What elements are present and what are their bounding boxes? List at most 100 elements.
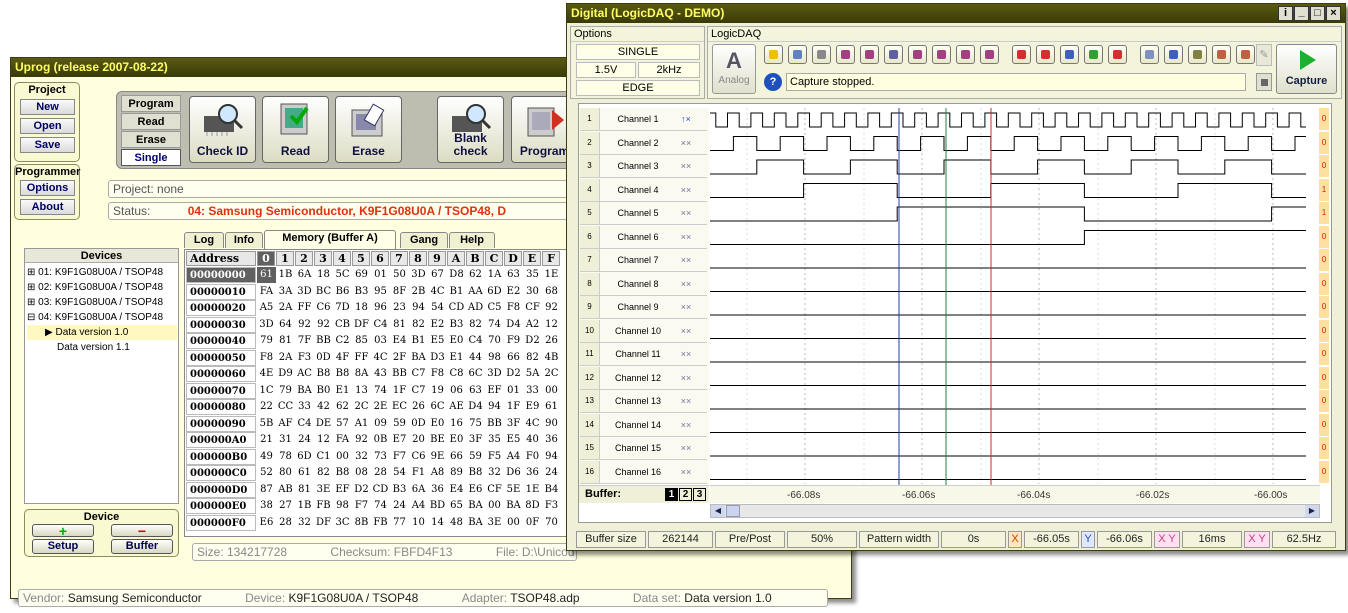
hex-byte[interactable]: FA bbox=[257, 284, 276, 300]
hex-byte[interactable]: 10 bbox=[409, 515, 428, 531]
options-button[interactable]: Options bbox=[20, 180, 75, 196]
hex-byte[interactable]: 2B bbox=[409, 284, 428, 300]
device-item-02[interactable]: ⊞ 02: K9F1G08U0A / TSOP48 bbox=[27, 280, 177, 295]
hex-byte[interactable]: 81 bbox=[276, 333, 295, 349]
grid-icon[interactable] bbox=[1140, 45, 1159, 64]
hex-byte[interactable]: 81 bbox=[295, 482, 314, 498]
hex-byte[interactable]: BA bbox=[295, 383, 314, 399]
open-button[interactable]: Open bbox=[20, 118, 75, 134]
hex-byte[interactable]: 24 bbox=[295, 432, 314, 448]
hex-byte[interactable]: 54 bbox=[428, 300, 447, 316]
hex-byte[interactable]: 62 bbox=[333, 399, 352, 415]
hex-byte[interactable]: 36 bbox=[428, 482, 447, 498]
channel-row[interactable]: 9 Channel 9 ×× bbox=[580, 296, 707, 319]
hex-byte[interactable]: 6C bbox=[428, 399, 447, 415]
mode-field[interactable]: SINGLE bbox=[576, 44, 700, 60]
save-button[interactable]: Save bbox=[20, 137, 75, 153]
hex-byte[interactable]: 24 bbox=[390, 498, 409, 514]
tool6-icon[interactable] bbox=[956, 45, 975, 64]
settings-icon[interactable] bbox=[764, 45, 783, 64]
buffer-button[interactable]: Buffer bbox=[111, 539, 173, 554]
hex-byte[interactable]: 82 bbox=[523, 350, 542, 366]
channel-row[interactable]: 7 Channel 7 ×× bbox=[580, 249, 707, 272]
tab-log[interactable]: Log bbox=[184, 232, 224, 248]
hex-byte[interactable]: FF bbox=[352, 350, 371, 366]
hex-byte[interactable]: 3D bbox=[257, 317, 276, 333]
hex-byte[interactable]: D2 bbox=[523, 333, 542, 349]
hex-byte[interactable]: CC bbox=[276, 399, 295, 415]
hex-byte[interactable]: E1 bbox=[333, 383, 352, 399]
hex-byte[interactable]: 32 bbox=[295, 515, 314, 531]
hex-byte[interactable]: 65 bbox=[447, 498, 466, 514]
save-icon[interactable] bbox=[788, 45, 807, 64]
buffer-1-button[interactable]: 1 bbox=[665, 488, 678, 501]
hex-byte[interactable]: 82 bbox=[466, 317, 485, 333]
hex-byte[interactable]: B3 bbox=[390, 482, 409, 498]
hex-byte[interactable]: 2C bbox=[352, 399, 371, 415]
hex-byte[interactable]: 50 bbox=[390, 267, 409, 283]
hex-byte[interactable]: E6 bbox=[257, 515, 276, 531]
mode-erase[interactable]: Erase bbox=[121, 131, 181, 148]
buffer-2-button[interactable]: 2 bbox=[679, 488, 692, 501]
channel-row[interactable]: 2 Channel 2 ×× bbox=[580, 131, 707, 155]
hex-byte[interactable]: BC bbox=[314, 284, 333, 300]
hex-byte[interactable]: C8 bbox=[447, 366, 466, 382]
hex-byte[interactable]: 74 bbox=[371, 383, 390, 399]
hex-byte[interactable]: 94 bbox=[542, 449, 561, 465]
read-button[interactable]: Read bbox=[262, 96, 329, 163]
tool5-icon[interactable] bbox=[932, 45, 951, 64]
tab-gang[interactable]: Gang bbox=[400, 232, 448, 248]
channel-row[interactable]: 4 Channel 4 ×× bbox=[580, 178, 707, 202]
hex-byte[interactable]: E4 bbox=[447, 482, 466, 498]
hex-byte[interactable]: 78 bbox=[276, 449, 295, 465]
channel-trigger[interactable]: ×× bbox=[676, 273, 696, 295]
hex-byte[interactable]: 57 bbox=[333, 416, 352, 432]
hex-byte[interactable]: 75 bbox=[466, 416, 485, 432]
channel-trigger[interactable]: ×× bbox=[676, 437, 696, 459]
hex-byte[interactable]: 85 bbox=[352, 333, 371, 349]
hex-byte[interactable]: 27 bbox=[276, 498, 295, 514]
hex-byte[interactable]: 5A bbox=[523, 366, 542, 382]
hex-byte[interactable]: C7 bbox=[409, 366, 428, 382]
hex-byte[interactable]: 92 bbox=[295, 317, 314, 333]
hex-byte[interactable]: 26 bbox=[409, 399, 428, 415]
maximize-button[interactable]: □ bbox=[1310, 6, 1325, 21]
remove-device-button[interactable]: − bbox=[111, 524, 173, 538]
hex-byte[interactable]: 06 bbox=[447, 383, 466, 399]
hex-byte[interactable]: 90 bbox=[542, 416, 561, 432]
hex-byte[interactable]: 98 bbox=[333, 498, 352, 514]
capture-button[interactable]: Capture bbox=[1276, 44, 1337, 94]
hex-byte[interactable]: E1 bbox=[447, 350, 466, 366]
tab-info[interactable]: Info bbox=[225, 232, 263, 248]
channel-trigger[interactable]: ×× bbox=[676, 179, 696, 201]
hex-byte[interactable]: 00 bbox=[504, 515, 523, 531]
channel-row[interactable]: 15 Channel 15 ×× bbox=[580, 437, 707, 460]
hex-byte[interactable]: E5 bbox=[428, 333, 447, 349]
hex-byte[interactable]: 64 bbox=[276, 317, 295, 333]
hex-byte[interactable]: 08 bbox=[352, 465, 371, 481]
analog-button[interactable]: A Analog bbox=[712, 44, 756, 94]
stop-icon[interactable] bbox=[1256, 73, 1272, 91]
hex-byte[interactable]: A2 bbox=[523, 317, 542, 333]
hex-byte[interactable]: 0F bbox=[523, 515, 542, 531]
hex-byte[interactable]: E9 bbox=[523, 399, 542, 415]
hex-byte[interactable]: A4 bbox=[409, 498, 428, 514]
channel-trigger[interactable]: ×× bbox=[676, 202, 696, 224]
channel-row[interactable]: 10 Channel 10 ×× bbox=[580, 319, 707, 343]
rate-field[interactable]: 2kHz bbox=[638, 62, 700, 78]
hex-byte[interactable]: BA bbox=[466, 498, 485, 514]
hex-byte[interactable]: 9E bbox=[428, 449, 447, 465]
hex-byte[interactable]: E6 bbox=[466, 482, 485, 498]
hex-byte[interactable]: 62 bbox=[466, 267, 485, 283]
hex-byte[interactable]: F0 bbox=[523, 449, 542, 465]
hex-byte[interactable]: 87 bbox=[257, 482, 276, 498]
hex-byte[interactable]: 1F bbox=[390, 383, 409, 399]
hex-byte[interactable]: 14 bbox=[428, 515, 447, 531]
hex-byte[interactable]: 6A bbox=[295, 267, 314, 283]
hex-byte[interactable]: 0D bbox=[314, 350, 333, 366]
voltage-field[interactable]: 1.5V bbox=[576, 62, 636, 78]
hex-byte[interactable]: E4 bbox=[390, 333, 409, 349]
hex-byte[interactable]: B8 bbox=[333, 366, 352, 382]
scroll-thumb[interactable] bbox=[726, 505, 740, 517]
hex-byte[interactable]: 89 bbox=[447, 465, 466, 481]
